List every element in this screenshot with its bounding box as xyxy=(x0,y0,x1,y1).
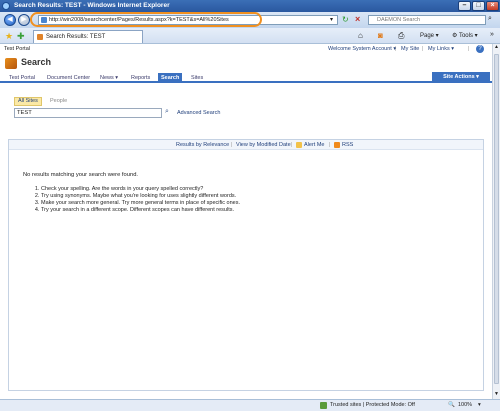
separator: | xyxy=(422,46,424,52)
search-query-value: TEST xyxy=(17,110,32,116)
no-results-message: No results matching your search were fou… xyxy=(23,172,139,178)
tab-test-portal[interactable]: Test Portal xyxy=(6,73,38,83)
list-item: Try using synonyms. Maybe what you're lo… xyxy=(41,193,240,200)
tab-document-center[interactable]: Document Center xyxy=(44,73,93,83)
list-item: Make your search more general. Try more … xyxy=(41,200,240,207)
scroll-down-icon[interactable]: ▼ xyxy=(493,391,500,399)
advanced-search-link[interactable]: Advanced Search xyxy=(177,110,220,116)
zoom-icon[interactable]: 🔍 xyxy=(448,400,455,411)
browser-tab[interactable]: Search Results: TEST xyxy=(33,30,143,43)
search-go-icon[interactable]: ⌕ xyxy=(488,15,492,23)
stop-icon[interactable]: × xyxy=(355,14,360,24)
separator: | xyxy=(395,46,397,52)
list-item: Try your search in a different scope. Di… xyxy=(41,207,240,214)
feeds-icon[interactable]: ◙ xyxy=(378,31,383,40)
minimize-button[interactable]: – xyxy=(458,1,471,11)
alert-icon xyxy=(296,142,302,148)
status-bar: Trusted sites | Protected Mode: Off 🔍 10… xyxy=(0,399,500,411)
refresh-icon[interactable]: ↻ xyxy=(342,15,349,24)
print-icon[interactable]: ⎙ xyxy=(398,31,404,41)
separator: | xyxy=(291,142,293,148)
welcome-menu[interactable]: Welcome System Account ▾ xyxy=(328,44,396,54)
window-title: Search Results: TEST - Windows Internet … xyxy=(14,2,170,9)
trusted-sites-icon xyxy=(320,402,327,409)
results-by-relevance-link[interactable]: Results by Relevance xyxy=(176,140,229,150)
rss-link[interactable]: RSS xyxy=(342,140,353,150)
browser-tab-label: Search Results: TEST xyxy=(46,34,106,40)
ie-logo-icon xyxy=(2,2,10,10)
separator: | xyxy=(231,142,233,148)
search-query-input[interactable]: TEST xyxy=(14,108,162,118)
global-navigation: Test Portal Document Center News ▾ Repor… xyxy=(0,72,492,83)
browser-search-placeholder: DAEMON Search xyxy=(377,17,421,23)
add-favorites-icon[interactable]: ✚ xyxy=(17,31,25,42)
my-links-menu[interactable]: My Links ▾ xyxy=(428,44,454,54)
results-toolbar: Results by Relevance | View by Modified … xyxy=(9,140,483,150)
address-row: ◀ ▶ http://win2008/searchcenter/Pages/Re… xyxy=(0,12,500,28)
zoom-dropdown-icon[interactable]: ▾ xyxy=(478,400,481,411)
tab-row: ★ ✚ Search Results: TEST ⌂ ◙ ⎙ Page ▾ ⚙ … xyxy=(0,28,500,44)
search-go-button-icon[interactable]: ⌕ xyxy=(165,108,169,116)
scope-people[interactable]: People xyxy=(50,98,67,104)
address-highlight-annotation xyxy=(30,12,262,27)
title-bar: Search Results: TEST - Windows Internet … xyxy=(0,0,500,12)
scroll-thumb[interactable] xyxy=(494,54,499,384)
favorites-star-icon[interactable]: ★ xyxy=(5,31,13,42)
tab-reports[interactable]: Reports xyxy=(128,73,153,83)
view-by-modified-date-link[interactable]: View by Modified Date xyxy=(236,140,291,150)
tools-menu[interactable]: ⚙ Tools ▾ xyxy=(452,32,478,39)
forward-button[interactable]: ▶ xyxy=(18,14,30,26)
close-button[interactable]: × xyxy=(486,1,499,11)
alert-me-link[interactable]: Alert Me xyxy=(304,140,324,150)
tab-favicon xyxy=(37,34,43,40)
scroll-up-icon[interactable]: ▲ xyxy=(493,44,500,52)
site-logo-icon xyxy=(5,58,17,69)
search-scope-area: All Sites People TEST ⌕ Advanced Search xyxy=(0,84,492,136)
scope-all-sites[interactable]: All Sites xyxy=(14,97,42,106)
separator: | xyxy=(468,46,470,52)
tools-menu-label: Tools xyxy=(458,33,473,39)
tab-search[interactable]: Search xyxy=(158,73,183,83)
portal-name: Test Portal xyxy=(4,46,30,52)
page-menu-label: Page xyxy=(420,33,435,39)
rss-icon xyxy=(334,142,340,148)
toolbar-overflow-icon[interactable]: » xyxy=(490,31,494,38)
back-button[interactable]: ◀ xyxy=(4,14,16,26)
site-actions-menu[interactable]: Site Actions ▾ xyxy=(432,72,490,83)
tab-sites[interactable]: Sites xyxy=(188,73,206,83)
list-item: Check your spelling. Are the words in yo… xyxy=(41,186,240,193)
browser-search-input[interactable]: DAEMON Search xyxy=(368,15,486,25)
security-zone[interactable]: Trusted sites | Protected Mode: Off xyxy=(330,400,415,411)
address-dropdown-icon[interactable]: ▾ xyxy=(330,16,333,23)
tab-news[interactable]: News ▾ xyxy=(97,73,121,83)
page-menu[interactable]: Page ▾ xyxy=(420,32,439,39)
home-icon[interactable]: ⌂ xyxy=(358,31,363,40)
zoom-level[interactable]: 100% xyxy=(458,400,472,411)
separator: | xyxy=(329,142,331,148)
sharepoint-top-bar: Test Portal Welcome System Account ▾ | M… xyxy=(0,44,492,54)
vertical-scrollbar[interactable]: ▲ ▼ xyxy=(492,44,500,399)
maximize-button[interactable]: □ xyxy=(472,1,485,11)
my-site-link[interactable]: My Site xyxy=(401,44,419,54)
page-title: Search xyxy=(21,57,52,67)
search-results-panel: Results by Relevance | View by Modified … xyxy=(8,139,484,391)
help-icon[interactable]: ? xyxy=(476,45,484,53)
search-tips-list: Check your spelling. Are the words in yo… xyxy=(29,186,240,214)
sharepoint-header: Search xyxy=(0,54,492,72)
